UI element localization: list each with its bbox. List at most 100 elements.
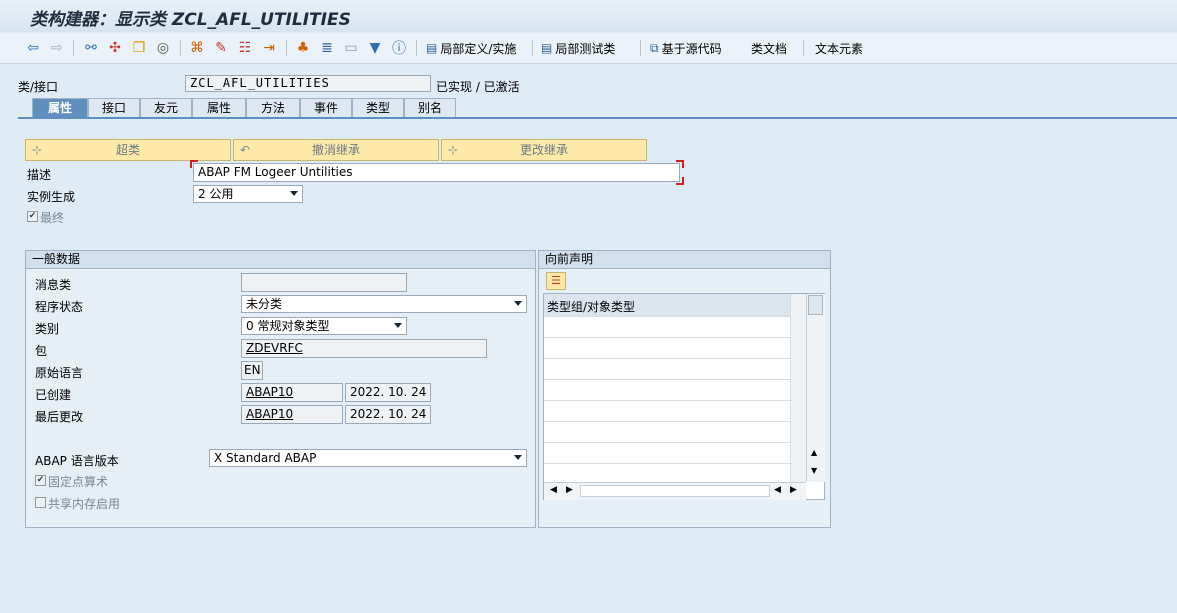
table-row[interactable] <box>544 421 790 443</box>
package-field[interactable]: ZDEVRFC <box>241 339 487 358</box>
abap-version-label: ABAP 语言版本 <box>35 454 119 468</box>
tab-interfaces[interactable]: 接口 <box>88 98 140 117</box>
forward-arrow-icon[interactable]: ⇨ <box>48 39 66 57</box>
where-used-icon[interactable]: ◎ <box>154 39 172 57</box>
toolbar-separator <box>532 40 533 56</box>
hierarchy-icon[interactable]: ⌘ <box>188 39 206 57</box>
scroll-left-icon[interactable]: ◀ <box>774 485 781 495</box>
tab-friends[interactable]: 友元 <box>140 98 192 117</box>
tree-structure-icon[interactable]: ♣ <box>294 39 312 57</box>
instance-generation-label: 实例生成 <box>27 190 76 204</box>
class-documentation-label: 类文档 <box>751 41 788 56</box>
superclass-button[interactable]: ⊹ 超类 <box>25 139 231 161</box>
final-label: 最终 <box>40 211 65 225</box>
table-row[interactable] <box>544 358 790 380</box>
navigate-icon[interactable]: ⇥ <box>260 39 278 57</box>
original-language-field[interactable]: EN <box>241 361 263 380</box>
general-data-header: 一般数据 <box>26 251 535 269</box>
change-inheritance-icon: ⊹ <box>448 143 459 157</box>
table-row[interactable] <box>544 379 790 401</box>
shared-memory-checkbox[interactable] <box>35 497 46 508</box>
window-title: 类构建器：显示类 ZCL_AFL_UTILITIES <box>30 10 351 30</box>
application-toolbar: ⇦ ⇨ ⚯ ✣ ❐ ◎ ⌘ ✎ ☷ ⇥ ♣ ≣ ▭ ▼ ⓘ ▤ 局部定义/实施 … <box>0 33 1177 64</box>
text-elements-button[interactable]: 文本元素 <box>815 39 863 57</box>
table-row[interactable] <box>544 442 790 464</box>
table-row[interactable] <box>544 316 790 338</box>
abap-version-dropdown[interactable]: X Standard ABAP <box>209 449 527 467</box>
filter-icon[interactable]: ▼ <box>366 39 384 57</box>
source-based-button[interactable]: ⧉ 基于源代码 <box>650 39 722 57</box>
magic-wand-icon[interactable]: ✎ <box>212 39 230 57</box>
back-arrow-icon[interactable]: ⇦ <box>24 39 42 57</box>
created-date-field[interactable]: 2022. 10. 24 <box>345 383 431 402</box>
document-icon: ▤ <box>541 41 553 55</box>
undo-inheritance-button[interactable]: ↶ 撤消继承 <box>233 139 439 161</box>
chevron-down-icon <box>394 323 402 328</box>
tab-attributes[interactable]: 属性 <box>192 98 246 117</box>
scroll-right-icon[interactable]: ▶ <box>566 485 573 495</box>
program-status-value: 未分类 <box>246 297 283 311</box>
message-class-field[interactable] <box>241 273 407 292</box>
text-elements-label: 文本元素 <box>815 41 864 56</box>
display-object-list-icon[interactable]: ☷ <box>236 39 254 57</box>
created-by-field[interactable]: ABAP10 <box>241 383 343 402</box>
frame-icon[interactable]: ▭ <box>342 39 360 57</box>
scroll-up-icon[interactable]: ▲ <box>811 448 817 457</box>
tab-methods[interactable]: 方法 <box>246 98 300 117</box>
changed-date-field[interactable]: 2022. 10. 24 <box>345 405 431 424</box>
program-status-dropdown[interactable]: 未分类 <box>241 295 527 313</box>
info-icon[interactable]: ⓘ <box>390 39 408 57</box>
horizontal-scroll-track[interactable] <box>580 485 770 497</box>
glasses-display-icon[interactable]: ⚯ <box>82 39 100 57</box>
category-value: 0 常规对象类型 <box>246 319 330 333</box>
instance-generation-value: 2 公用 <box>198 187 234 201</box>
toolbar-separator <box>416 40 417 56</box>
toolbar-separator <box>640 40 641 56</box>
message-class-label: 消息类 <box>35 278 72 292</box>
copy-object-icon[interactable]: ❐ <box>130 39 148 57</box>
source-based-label: 基于源代码 <box>661 41 722 56</box>
document-icon: ▤ <box>426 41 438 55</box>
tab-properties[interactable]: 属性 <box>32 98 88 118</box>
local-test-classes-button[interactable]: ▤ 局部测试类 <box>541 39 615 57</box>
local-definitions-button[interactable]: ▤ 局部定义/实施 <box>426 39 516 57</box>
forward-declarations-table: 类型组/对象类型 ▲ ▼ ◀ ▶ ◀ ▶ <box>543 293 825 500</box>
description-label: 描述 <box>27 168 52 182</box>
scrollbar-thumb[interactable] <box>808 295 823 315</box>
instance-generation-dropdown[interactable]: 2 公用 <box>193 185 303 203</box>
description-field[interactable]: ABAP FM Logeer Untilities <box>193 163 680 182</box>
chevron-down-icon <box>514 301 522 306</box>
category-label: 类别 <box>35 322 60 336</box>
undo-icon: ↶ <box>240 143 251 157</box>
tab-events[interactable]: 事件 <box>300 98 352 117</box>
table-row[interactable] <box>544 463 790 484</box>
horizontal-scrollbar[interactable]: ◀ ▶ ◀ ▶ <box>544 482 806 500</box>
tab-types[interactable]: 类型 <box>352 98 404 117</box>
category-dropdown[interactable]: 0 常规对象类型 <box>241 317 407 335</box>
chevron-down-icon <box>290 191 298 196</box>
undo-inheritance-label: 撤消继承 <box>311 143 360 157</box>
change-inheritance-label: 更改继承 <box>519 143 568 157</box>
last-changed-label: 最后更改 <box>35 410 84 424</box>
focus-corner <box>190 160 198 168</box>
local-definitions-label: 局部定义/实施 <box>440 41 517 56</box>
change-inheritance-button[interactable]: ⊹ 更改继承 <box>441 139 647 161</box>
table-settings-icon[interactable]: ☰ <box>546 272 566 290</box>
forward-declarations-header: 向前声明 <box>539 251 830 269</box>
final-checkbox[interactable]: ✔ <box>27 211 38 222</box>
scroll-left-icon[interactable]: ◀ <box>550 485 557 495</box>
tab-aliases[interactable]: 别名 <box>404 98 456 117</box>
superclass-label: 超类 <box>115 143 140 157</box>
class-documentation-button[interactable]: 类文档 <box>751 39 787 57</box>
scroll-right-icon[interactable]: ▶ <box>790 485 797 495</box>
align-icon[interactable]: ≣ <box>318 39 336 57</box>
table-row[interactable] <box>544 337 790 359</box>
class-name-field[interactable]: ZCL_AFL_UTILITIES <box>185 75 431 92</box>
vertical-scrollbar[interactable]: ▲ ▼ <box>806 294 825 482</box>
scroll-down-icon[interactable]: ▼ <box>811 466 817 475</box>
activate-icon[interactable]: ✣ <box>106 39 124 57</box>
package-label: 包 <box>35 344 48 358</box>
fixed-point-checkbox[interactable]: ✔ <box>35 475 46 486</box>
table-row[interactable] <box>544 400 790 422</box>
changed-by-field[interactable]: ABAP10 <box>241 405 343 424</box>
